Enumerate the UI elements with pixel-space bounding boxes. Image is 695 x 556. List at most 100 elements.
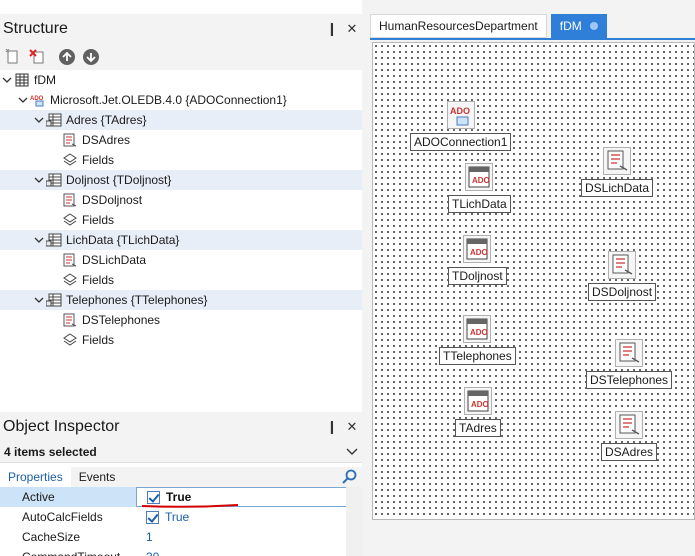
component-adoconnection1[interactable]: ADO ADOConnection1 <box>410 101 512 151</box>
svg-text:ADO: ADO <box>472 176 490 185</box>
search-icon[interactable] <box>338 467 362 487</box>
annotation-underline <box>141 504 239 508</box>
datasource-icon <box>62 132 78 148</box>
tree-node-dsdoljnost[interactable]: DSDoljnost <box>0 190 362 210</box>
modified-dot-icon <box>589 22 598 30</box>
property-value-editor[interactable]: True <box>136 507 362 527</box>
svg-text:ADO: ADO <box>450 106 470 116</box>
tab-humanresourcesdepartment[interactable]: HumanResourcesDepartment <box>370 14 547 38</box>
move-down-icon[interactable] <box>81 47 101 67</box>
tree-node-fields[interactable]: Fields <box>0 270 362 290</box>
chevron-down-icon[interactable] <box>18 95 28 105</box>
property-value: True <box>165 510 190 524</box>
fields-icon <box>62 272 78 288</box>
form-designer-surface[interactable]: ADO ADOConnection1 ADO TLichData DSLichD… <box>372 42 695 520</box>
tree-node-label: LichData {TLichData} <box>66 233 180 247</box>
datamodule-icon <box>14 72 30 88</box>
chevron-down-icon[interactable] <box>34 175 44 185</box>
datasource-icon <box>615 339 644 367</box>
tree-node-label: Adres {TAdres} <box>66 113 147 127</box>
chevron-down-icon[interactable] <box>2 75 12 85</box>
property-name: CacheSize <box>22 530 81 544</box>
tree-node-label: DSAdres <box>82 133 131 147</box>
property-row-cachesize[interactable]: CacheSize 1 <box>0 527 362 547</box>
tree-node-tlichdata[interactable]: LichData {TLichData} <box>0 230 362 250</box>
selection-text: 4 items selected <box>4 444 97 459</box>
tree-node-tdoljnost[interactable]: Doljnost {TDoljnost} <box>0 170 362 190</box>
left-panels: Structure ❙ ✕ fDM ADO Microsoft.Jet.OLED… <box>0 0 362 556</box>
component-dstelephones[interactable]: DSTelephones <box>586 339 673 389</box>
designer-area: HumanResourcesDepartment fDM ADO ADOConn… <box>370 14 695 556</box>
new-item-icon[interactable] <box>3 47 23 67</box>
datasource-icon <box>62 252 78 268</box>
component-tdoljnost[interactable]: ADO TDoljnost <box>448 235 507 285</box>
chevron-down-icon[interactable] <box>342 446 362 458</box>
tab-properties[interactable]: Properties <box>0 467 71 487</box>
tree-node-dstelephones[interactable]: DSTelephones <box>0 310 362 330</box>
tree-node-fields[interactable]: Fields <box>0 210 362 230</box>
property-value: True <box>166 490 192 504</box>
ide-window: Structure ❙ ✕ fDM ADO Microsoft.Jet.OLED… <box>0 0 695 556</box>
property-row-autocalcfields[interactable]: AutoCalcFields True <box>0 507 362 527</box>
component-label: TAdres <box>455 419 501 437</box>
tree-node-label: DSDoljnost <box>82 193 143 207</box>
property-value[interactable]: 30 <box>136 547 362 556</box>
fields-icon <box>62 332 78 348</box>
chevron-down-icon[interactable] <box>34 295 44 305</box>
ado-table-icon: ADO <box>463 315 492 343</box>
structure-pin-icon[interactable]: ❙ <box>322 21 342 37</box>
component-label: DSTelephones <box>586 371 673 389</box>
active-checkbox[interactable] <box>147 490 160 504</box>
inspector-close-icon[interactable]: ✕ <box>342 419 362 435</box>
datasource-icon <box>62 312 78 328</box>
component-tadres[interactable]: ADO TAdres <box>455 387 501 437</box>
component-dsdoljnost[interactable]: DSDoljnost <box>588 251 657 301</box>
property-row-commandtimeout[interactable]: CommandTimeout 30 <box>0 547 362 556</box>
tree-node-label: Fields <box>82 213 115 227</box>
ado-table-icon: ADO <box>465 163 494 191</box>
property-grid: Active True AutoCalcFields True CacheSiz… <box>0 487 362 556</box>
component-tlichdata[interactable]: ADO TLichData <box>448 163 511 213</box>
chevron-down-icon[interactable] <box>34 115 44 125</box>
tree-node-label: Doljnost {TDoljnost} <box>66 173 172 187</box>
delete-item-icon[interactable] <box>27 47 47 67</box>
chevron-down-icon[interactable] <box>34 235 44 245</box>
tree-node-fields[interactable]: Fields <box>0 330 362 350</box>
ado-table-icon: ADO <box>463 387 492 415</box>
tree-node-ttelephones[interactable]: Telephones {TTelephones} <box>0 290 362 310</box>
tree-node-label: DSLichData <box>82 253 147 267</box>
svg-text:ADO: ADO <box>470 328 488 337</box>
tree-node-fields[interactable]: Fields <box>0 150 362 170</box>
tree-node-label: Fields <box>82 333 115 347</box>
tree-node-dsadres[interactable]: DSAdres <box>0 130 362 150</box>
structure-title: Structure <box>3 20 68 37</box>
component-label: ADOConnection1 <box>410 133 512 151</box>
inspector-pin-icon[interactable]: ❙ <box>322 419 342 435</box>
inspector-title: Object Inspector <box>3 418 120 435</box>
structure-close-icon[interactable]: ✕ <box>342 21 362 37</box>
tree-node-tadres[interactable]: Adres {TAdres} <box>0 110 362 130</box>
component-label: TDoljnost <box>448 267 507 285</box>
tab-label: HumanResourcesDepartment <box>379 19 538 33</box>
property-grid-scrollbar[interactable] <box>346 487 362 556</box>
tree-node-label: DSTelephones <box>82 313 161 327</box>
tree-node-adoconnection[interactable]: ADO Microsoft.Jet.OLEDB.4.0 {ADOConnecti… <box>0 90 362 110</box>
property-value[interactable]: 1 <box>136 527 362 547</box>
inspector-tabs: Properties Events <box>0 467 362 487</box>
tab-underline <box>370 38 695 40</box>
tree-node-label: Fields <box>82 273 115 287</box>
autocalcfields-checkbox[interactable] <box>146 510 159 524</box>
tree-node-dslichdata[interactable]: DSLichData <box>0 250 362 270</box>
selection-combobox[interactable]: 4 items selected <box>0 441 362 463</box>
datasource-icon <box>608 251 637 279</box>
component-ttelephones[interactable]: ADO TTelephones <box>439 315 516 365</box>
tab-events[interactable]: Events <box>71 467 124 487</box>
move-up-icon[interactable] <box>57 47 77 67</box>
component-dsadres[interactable]: DSAdres <box>601 411 658 461</box>
component-dslichdata[interactable]: DSLichData <box>581 147 654 197</box>
tab-fdm[interactable]: fDM <box>550 14 607 38</box>
ado-connection-icon: ADO <box>446 101 475 129</box>
table-icon <box>46 112 62 128</box>
property-name: CommandTimeout <box>0 547 136 556</box>
tree-node-fdm[interactable]: fDM <box>0 70 362 90</box>
